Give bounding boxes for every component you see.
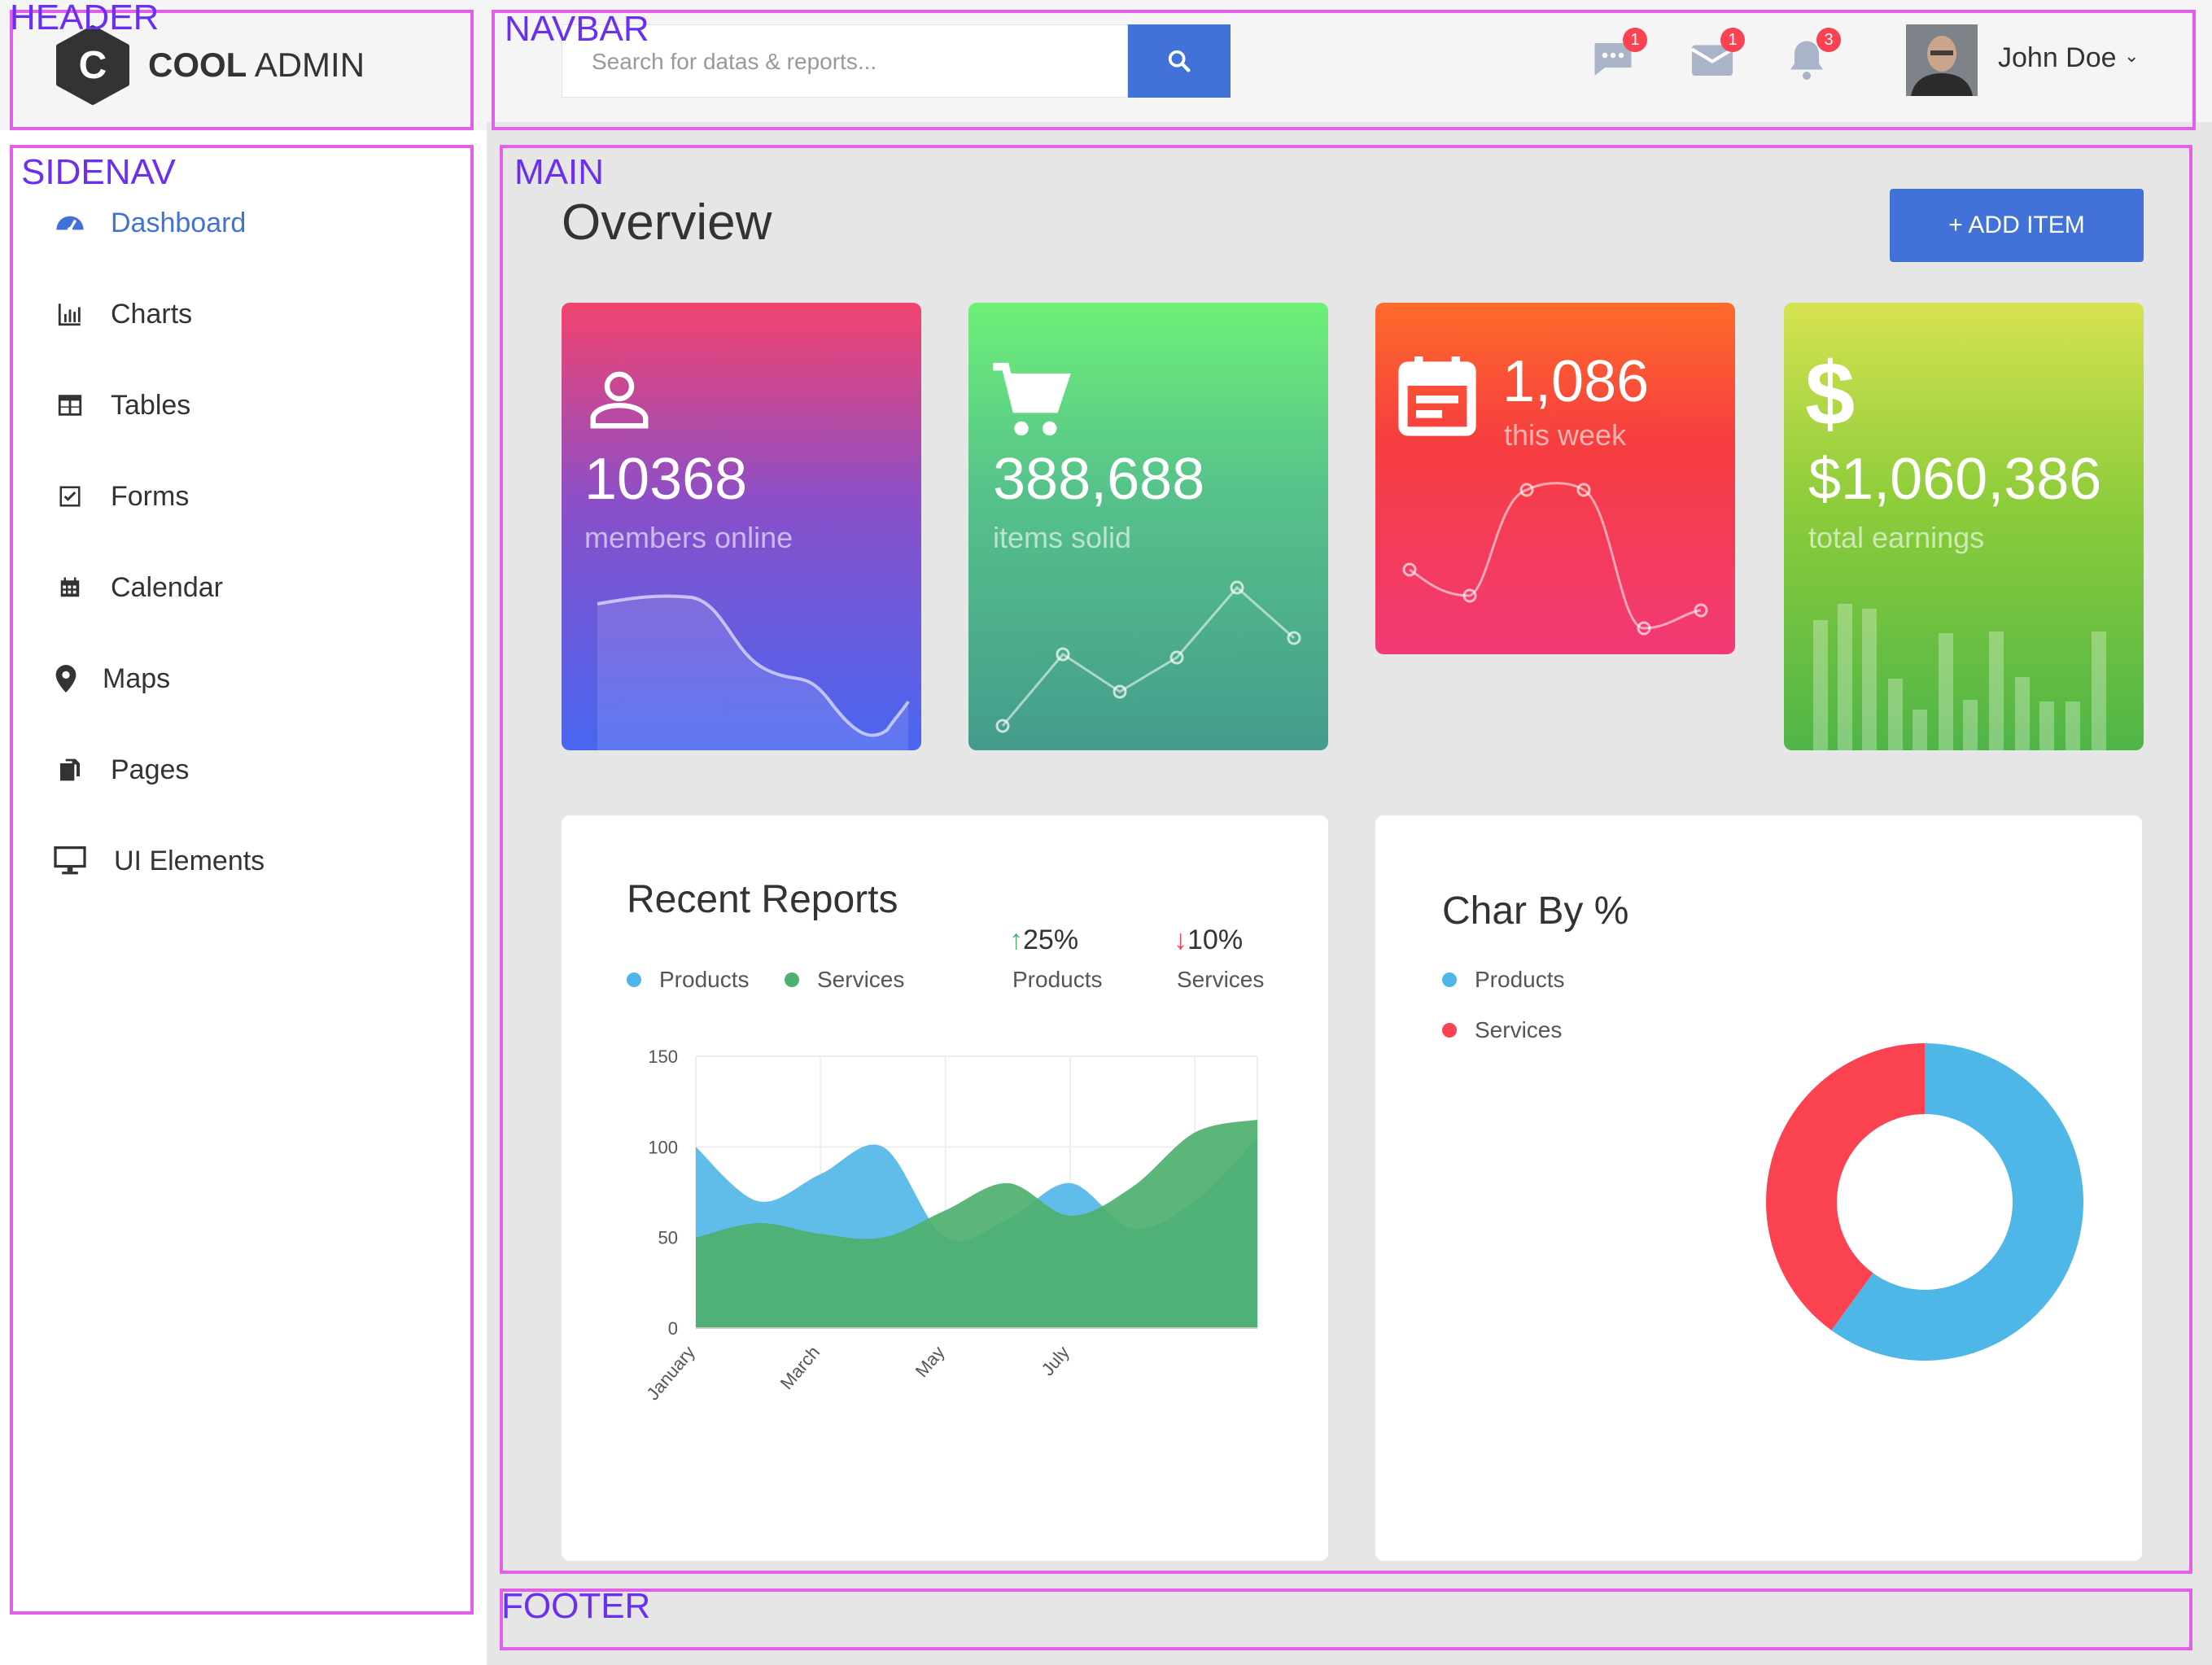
navbar-region-outline: [492, 10, 2196, 130]
footer-region-label: FOOTER: [501, 1586, 651, 1626]
footer-region-outline: [500, 1589, 2192, 1650]
navbar-region-label: NAVBAR: [505, 9, 649, 49]
sidenav-region-outline: [10, 145, 474, 1615]
main-region-outline: [500, 145, 2192, 1574]
header-region-label: HEADER: [10, 0, 160, 37]
sidenav-region-label: SIDENAV: [21, 152, 176, 192]
main-region-label: MAIN: [514, 152, 604, 192]
